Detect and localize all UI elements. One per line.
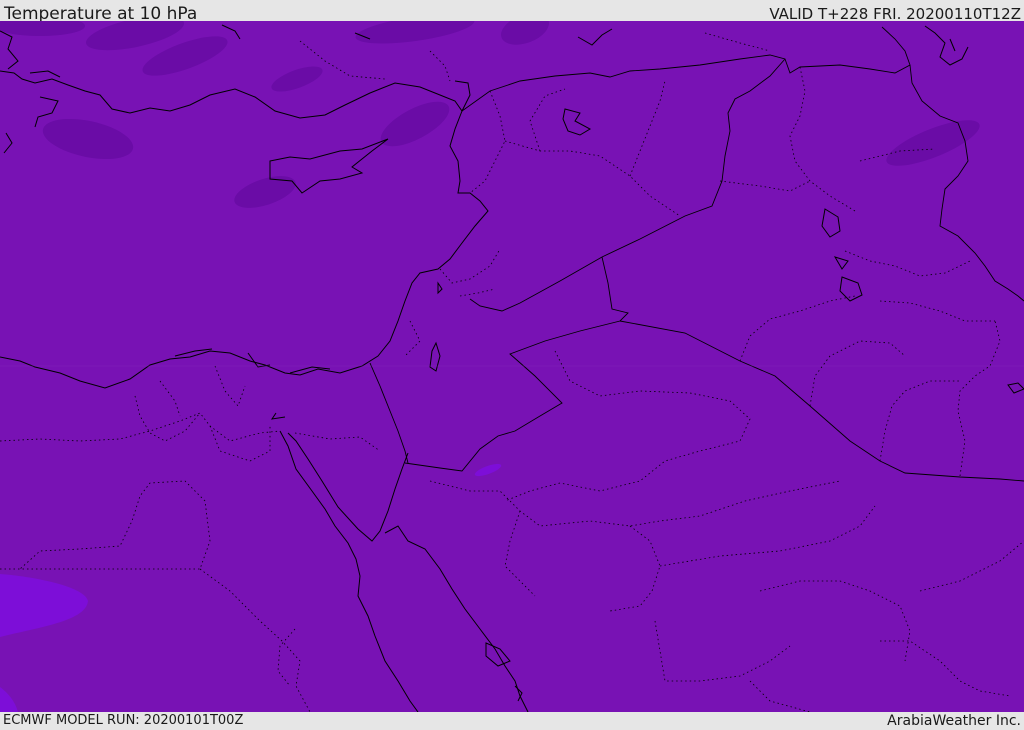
header-bar: Temperature at 10 hPa VALID T+228 FRI. 2… (0, 0, 1024, 24)
brand-label: ArabiaWeather Inc. (887, 713, 1021, 729)
model-run-label: ECMWF MODEL RUN: 20200101T00Z (3, 713, 244, 728)
map-panel[interactable] (0, 21, 1024, 712)
footer-bar: ECMWF MODEL RUN: 20200101T00Z ArabiaWeat… (0, 712, 1024, 729)
temperature-field (0, 21, 1024, 712)
map-canvas (0, 21, 1024, 712)
